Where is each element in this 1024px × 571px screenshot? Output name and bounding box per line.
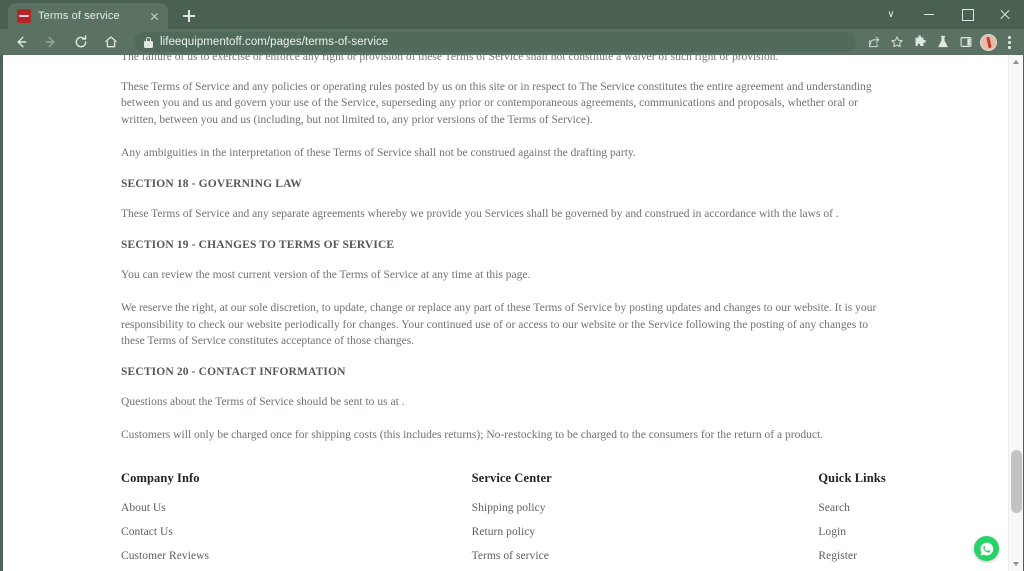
paragraph: You can review the most current version … bbox=[121, 269, 531, 282]
paragraph: Any ambiguities in the interpretation of… bbox=[121, 146, 636, 159]
footer-column-title: Quick Links bbox=[818, 471, 886, 486]
footer-link-return-policy[interactable]: Return policy bbox=[472, 526, 819, 538]
scrollbar-thumb[interactable] bbox=[1011, 449, 1022, 514]
footer-column-title: Company Info bbox=[121, 471, 200, 486]
lock-icon[interactable] bbox=[144, 36, 153, 48]
close-tab-icon[interactable] bbox=[147, 9, 162, 24]
bookmark-star-icon[interactable] bbox=[886, 31, 907, 53]
tab-title: Terms of service bbox=[38, 10, 120, 22]
close-window-icon[interactable] bbox=[986, 0, 1024, 29]
browser-window: Terms of service ∨ lifeequipmentoff.com/… bbox=[0, 0, 1024, 571]
forward-icon[interactable] bbox=[40, 31, 62, 53]
whatsapp-chat-icon[interactable] bbox=[974, 536, 999, 561]
chrome-menu-icon[interactable] bbox=[1000, 31, 1018, 53]
section-heading-19: SECTION 19 - CHANGES TO TERMS OF SERVICE bbox=[121, 239, 395, 252]
paragraph-clipped: The failure of us to exercise or enforce… bbox=[121, 55, 779, 63]
paragraph: These Terms of Service and any separate … bbox=[121, 208, 839, 221]
footer-column-title: Service Center bbox=[471, 471, 552, 486]
paragraph: These Terms of Service and any policies … bbox=[121, 81, 872, 126]
section-heading-18: SECTION 18 - GOVERNING LAW bbox=[121, 178, 302, 191]
browser-toolbar: lifeequipmentoff.com/pages/terms-of-serv… bbox=[0, 29, 1024, 55]
new-tab-button[interactable] bbox=[177, 4, 201, 28]
profile-avatar[interactable] bbox=[980, 33, 997, 51]
paragraph: Customers will only be charged once for … bbox=[121, 429, 824, 442]
url-text: lifeequipmentoff.com/pages/terms-of-serv… bbox=[160, 36, 389, 48]
footer-column-quick-links: Quick Links Search Login Register Tracki… bbox=[818, 471, 888, 571]
address-bar[interactable]: lifeequipmentoff.com/pages/terms-of-serv… bbox=[134, 32, 856, 52]
footer-link-login[interactable]: Login bbox=[818, 526, 888, 538]
page-viewport: The failure of us to exercise or enforce… bbox=[3, 55, 1021, 571]
share-icon[interactable] bbox=[863, 31, 884, 53]
reload-icon[interactable] bbox=[70, 31, 92, 53]
side-panel-icon[interactable] bbox=[955, 31, 976, 53]
section-heading-20: SECTION 20 - CONTACT INFORMATION bbox=[121, 366, 346, 379]
page-scrollbar[interactable] bbox=[1008, 55, 1023, 571]
extensions-puzzle-icon[interactable] bbox=[909, 31, 930, 53]
site-footer: Company Info About Us Contact Us Custome… bbox=[3, 471, 1006, 571]
toolbar-icon-group bbox=[862, 31, 1018, 53]
experiments-beaker-icon[interactable] bbox=[932, 31, 953, 53]
tab-strip: Terms of service ∨ bbox=[0, 0, 1024, 29]
back-icon[interactable] bbox=[10, 31, 32, 53]
maximize-window-icon[interactable] bbox=[948, 0, 986, 29]
paragraph: We reserve the right, at our sole discre… bbox=[121, 302, 877, 347]
footer-link-search[interactable]: Search bbox=[818, 502, 888, 514]
footer-link-contact-us[interactable]: Contact Us bbox=[121, 526, 472, 538]
footer-column-company-info: Company Info About Us Contact Us Custome… bbox=[121, 471, 472, 571]
scroll-down-icon[interactable] bbox=[1009, 557, 1024, 571]
terms-of-service-content: The failure of us to exercise or enforce… bbox=[3, 55, 1006, 443]
scroll-up-icon[interactable] bbox=[1009, 55, 1024, 69]
footer-link-customer-reviews[interactable]: Customer Reviews bbox=[121, 550, 472, 562]
window-controls: ∨ bbox=[872, 0, 1024, 29]
web-page: The failure of us to exercise or enforce… bbox=[3, 55, 1006, 571]
footer-link-terms-of-service[interactable]: Terms of service bbox=[472, 550, 819, 562]
chevron-down-icon[interactable]: ∨ bbox=[872, 0, 910, 29]
footer-link-shipping-policy[interactable]: Shipping policy bbox=[472, 502, 819, 514]
home-icon[interactable] bbox=[100, 31, 122, 53]
footer-link-about-us[interactable]: About Us bbox=[121, 502, 472, 514]
footer-column-service-center: Service Center Shipping policy Return po… bbox=[472, 471, 819, 571]
browser-tab-terms-of-service[interactable]: Terms of service bbox=[8, 3, 168, 29]
minimize-window-icon[interactable] bbox=[910, 0, 948, 29]
footer-link-register[interactable]: Register bbox=[818, 550, 888, 562]
site-favicon bbox=[17, 9, 31, 23]
paragraph: Questions about the Terms of Service sho… bbox=[121, 396, 405, 409]
